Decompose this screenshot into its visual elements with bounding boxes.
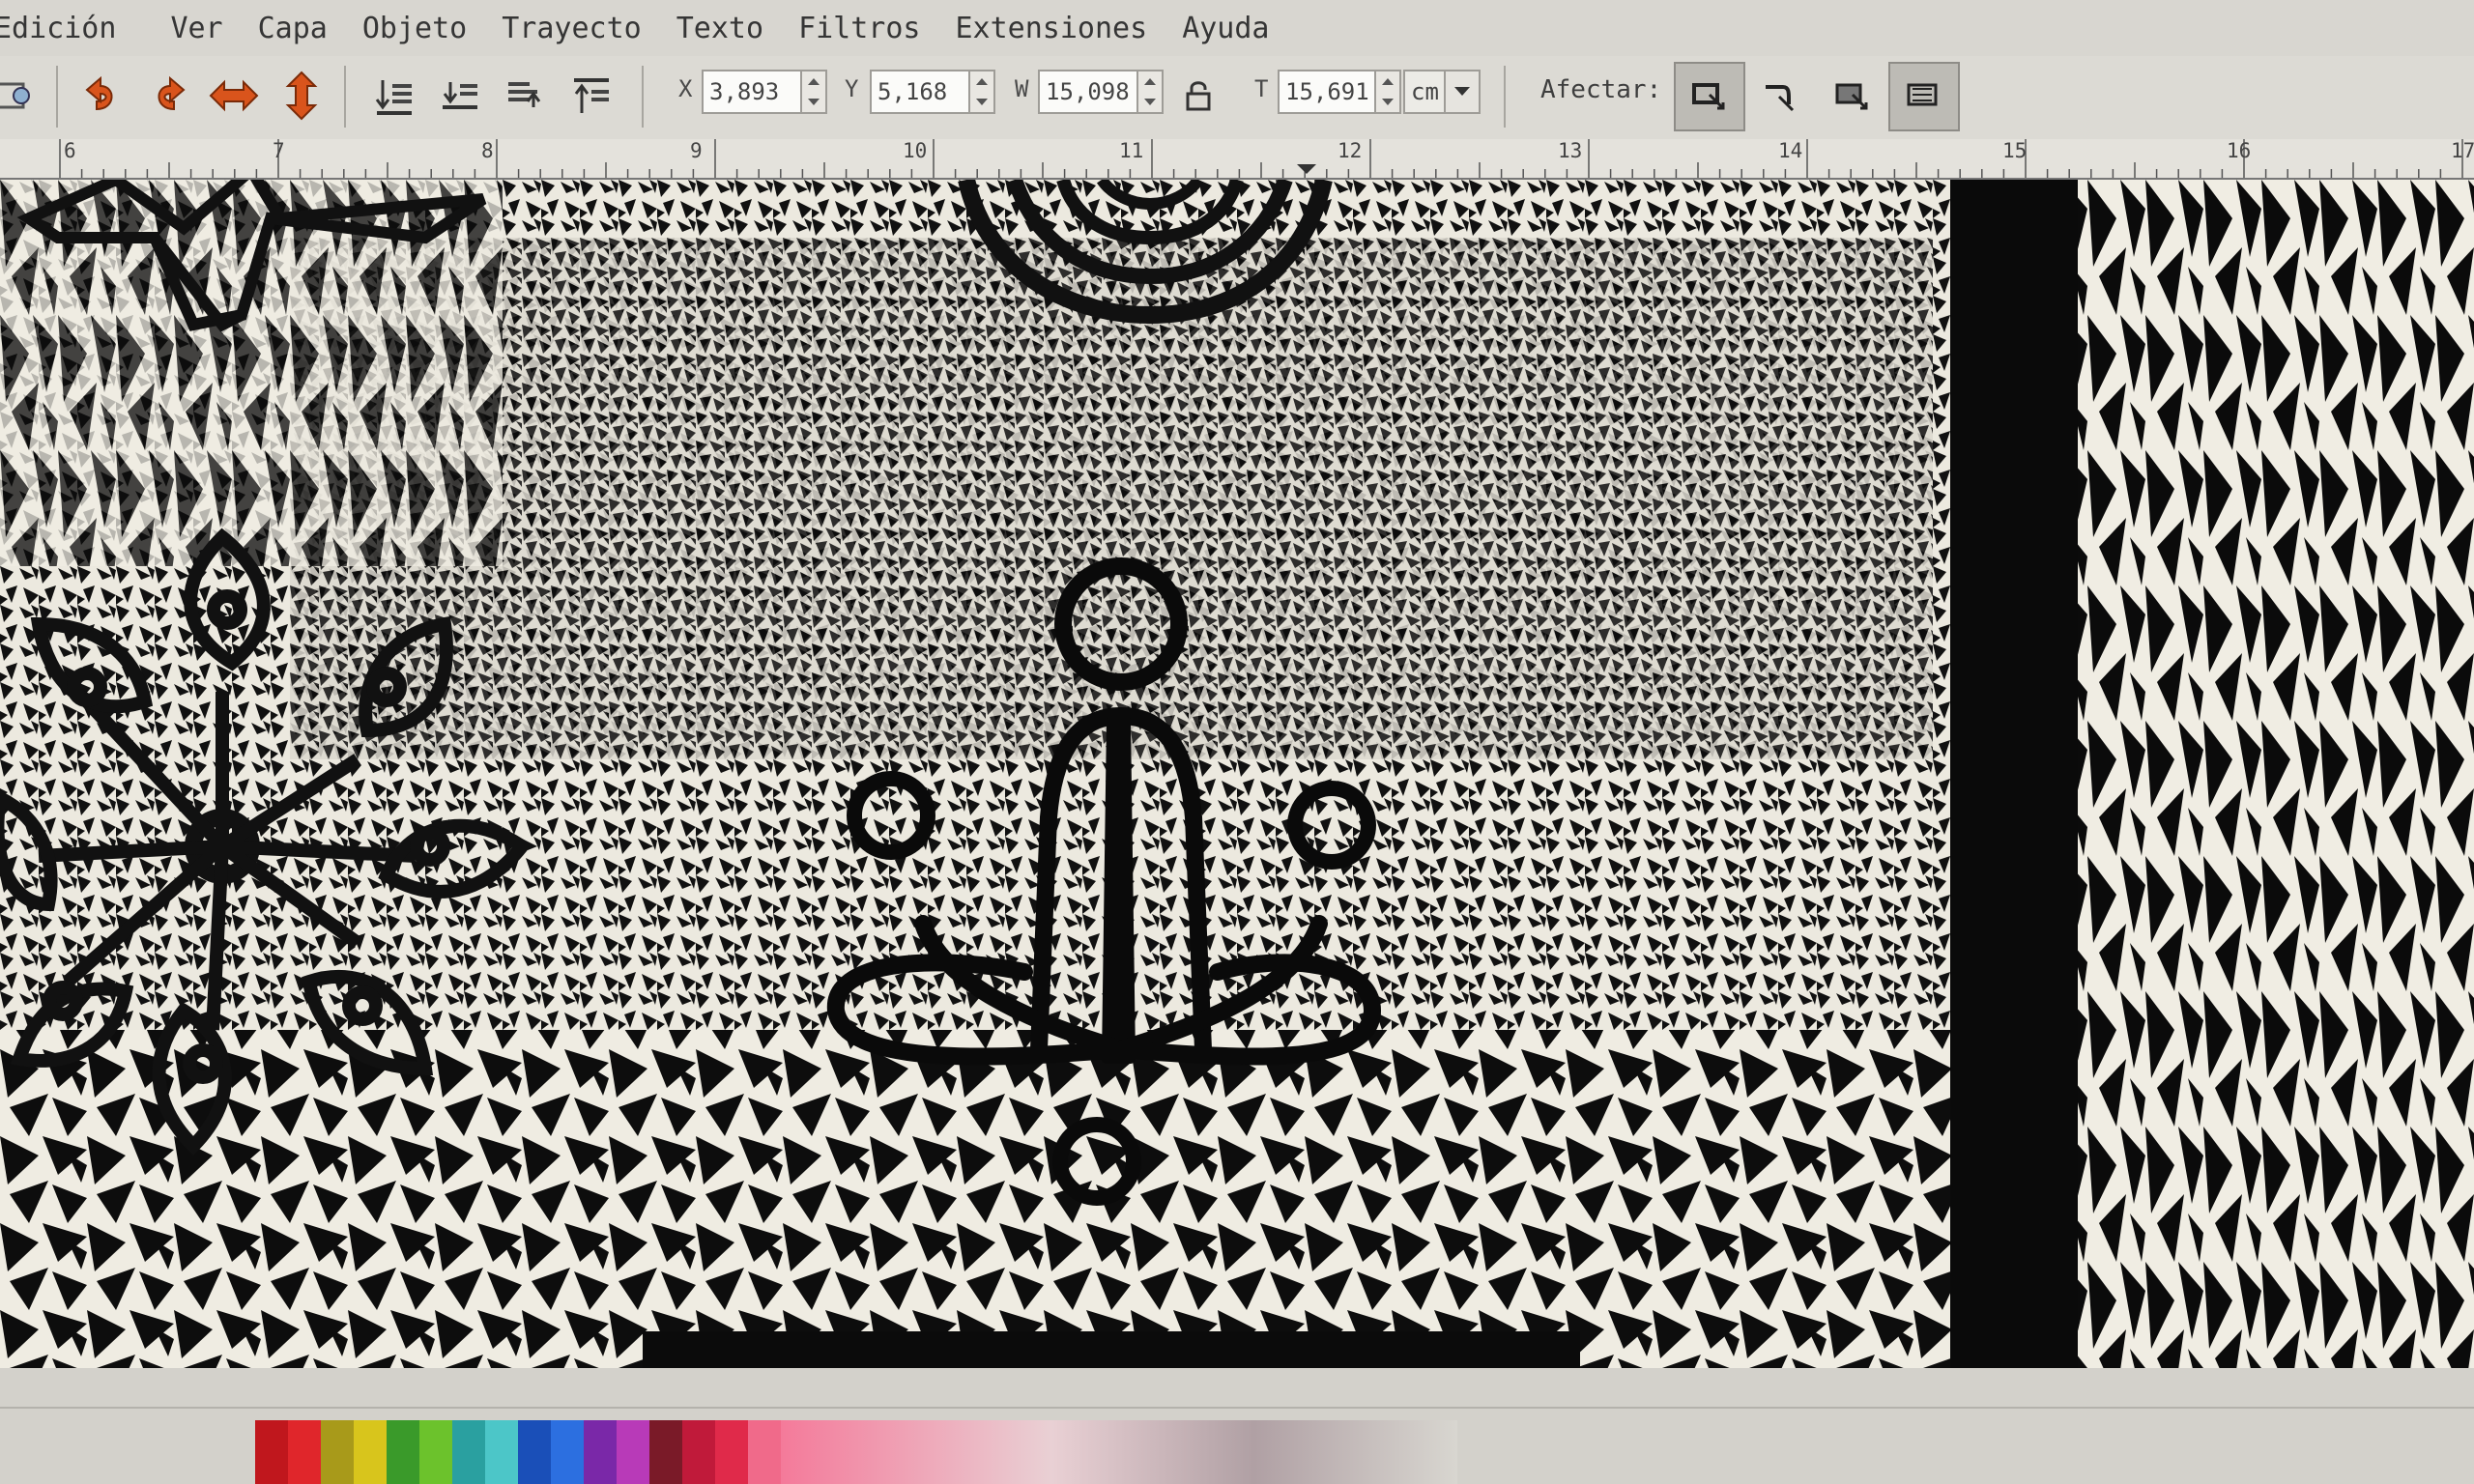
ruler-label: 11 (1119, 139, 1144, 162)
ruler-label: 6 (64, 139, 76, 162)
y-spinner[interactable] (970, 70, 995, 114)
lower-to-bottom-icon[interactable] (367, 66, 421, 126)
ruler-ticks (59, 139, 2463, 178)
ruler-position-marker (1297, 164, 1316, 174)
color-swatch[interactable] (617, 1420, 649, 1484)
menu-ver[interactable]: Ver (153, 12, 240, 45)
artwork[interactable] (0, 180, 2474, 1368)
menu-filtros[interactable]: Filtros (781, 12, 937, 45)
h-field[interactable]: 15,691 (1278, 70, 1376, 114)
ruler-label: 15 (2002, 139, 2028, 162)
bottom-bar-shape (643, 1331, 1580, 1368)
color-swatch[interactable] (419, 1420, 452, 1484)
w-label: W (1015, 75, 1029, 102)
w-field[interactable]: 15,098 (1038, 70, 1138, 114)
flip-vertical-icon[interactable] (274, 66, 329, 126)
move-gradients-toggle[interactable] (1817, 62, 1888, 131)
color-palette (0, 1368, 2474, 1484)
unit-select[interactable]: cm (1403, 70, 1446, 114)
ruler-label: 17 (2451, 139, 2474, 162)
menu-extensiones[interactable]: Extensiones (938, 12, 1165, 45)
x-field[interactable]: 3,893 (702, 70, 802, 114)
color-swatch[interactable] (485, 1420, 518, 1484)
color-swatch[interactable] (682, 1420, 715, 1484)
h-label: T (1254, 75, 1269, 102)
ruler-label: 12 (1338, 139, 1363, 162)
raise-to-top-icon[interactable] (564, 66, 618, 126)
color-swatch[interactable] (584, 1420, 617, 1484)
menu-bar: Edición Ver Capa Objeto Trayecto Texto F… (0, 0, 2474, 57)
color-swatch[interactable] (649, 1420, 682, 1484)
drawing-canvas[interactable] (0, 180, 2474, 1368)
ruler-label: 9 (690, 139, 703, 162)
lock-icon[interactable] (1171, 66, 1225, 126)
color-swatch[interactable] (518, 1420, 551, 1484)
color-swatch[interactable] (288, 1420, 321, 1484)
menu-edicion[interactable]: Edición (0, 12, 133, 45)
w-spinner[interactable] (1138, 70, 1164, 114)
select-same-icon[interactable] (0, 66, 41, 126)
color-swatch[interactable] (715, 1420, 748, 1484)
menu-objeto[interactable]: Objeto (345, 12, 484, 45)
lower-icon[interactable] (433, 66, 487, 126)
x-spinner[interactable] (802, 70, 827, 114)
color-swatch[interactable] (387, 1420, 419, 1484)
ruler-label: 14 (1778, 139, 1803, 162)
scale-rounded-corners-toggle[interactable] (1745, 62, 1817, 131)
rotate-ccw-icon[interactable] (75, 66, 129, 126)
color-swatch[interactable] (255, 1420, 288, 1484)
toolbar-separator (1504, 66, 1506, 128)
flip-horizontal-icon[interactable] (207, 66, 261, 126)
color-swatch[interactable] (748, 1420, 781, 1484)
chevron-down-icon[interactable] (1446, 70, 1481, 114)
tool-controls-bar: X 3,893 Y 5,168 W 15,098 T 15,691 cm Afe… (0, 56, 2474, 140)
menu-texto[interactable]: Texto (659, 12, 781, 45)
color-swatch[interactable] (354, 1420, 387, 1484)
x-label: X (678, 75, 693, 102)
move-patterns-toggle[interactable] (1888, 62, 1960, 131)
scale-stroke-toggle[interactable] (1674, 62, 1745, 131)
color-swatch[interactable] (781, 1420, 1457, 1484)
color-swatch[interactable] (452, 1420, 485, 1484)
ruler-label: 10 (903, 139, 928, 162)
toolbar-separator (56, 66, 58, 128)
y-field[interactable]: 5,168 (870, 70, 970, 114)
menu-trayecto[interactable]: Trayecto (484, 12, 659, 45)
palette-divider (0, 1407, 2474, 1409)
color-swatch[interactable] (321, 1420, 354, 1484)
horizontal-ruler[interactable]: 6 7 8 9 10 11 12 13 14 15 16 17 (0, 139, 2474, 180)
ruler-label: 8 (481, 139, 494, 162)
color-swatch[interactable] (551, 1420, 584, 1484)
ruler-label: 13 (1558, 139, 1583, 162)
h-spinner[interactable] (1376, 70, 1401, 114)
menu-ayuda[interactable]: Ayuda (1165, 12, 1286, 45)
affect-label: Afectar: (1540, 75, 1662, 104)
toolbar-separator (642, 66, 644, 128)
raise-icon[interactable] (499, 66, 553, 126)
menu-capa[interactable]: Capa (241, 12, 345, 45)
rotate-cw-icon[interactable] (141, 66, 195, 126)
y-label: Y (845, 75, 859, 102)
ruler-label: 7 (273, 139, 285, 162)
vertical-bar-shape (1950, 180, 2078, 1368)
ruler-label: 16 (2227, 139, 2252, 162)
toolbar-separator (344, 66, 346, 128)
